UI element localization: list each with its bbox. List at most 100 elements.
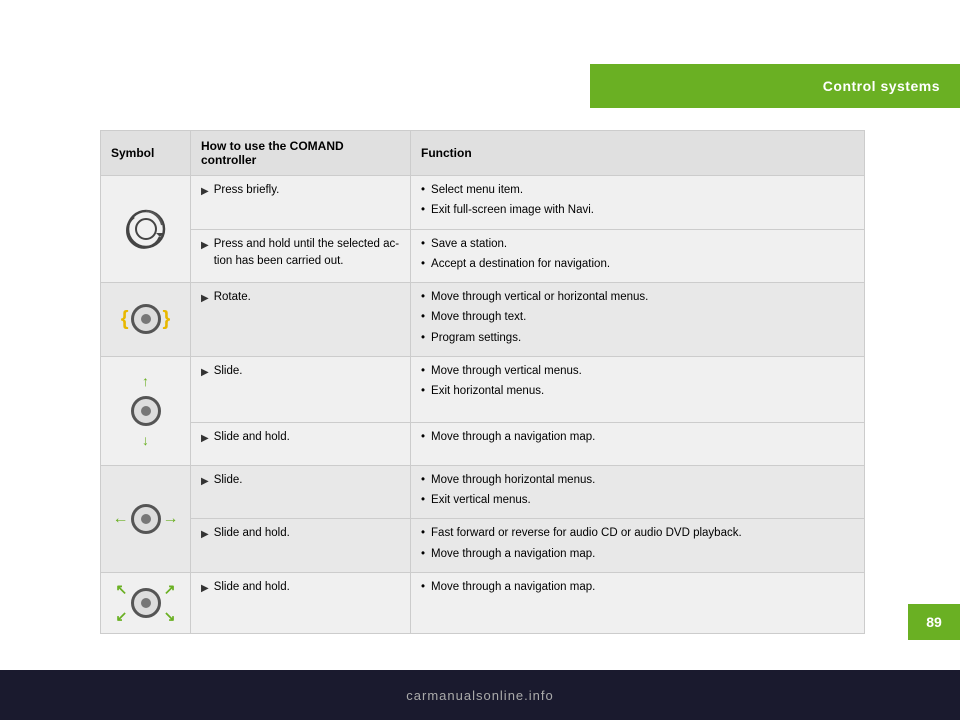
watermark-text: carmanualsonline.info xyxy=(406,688,553,703)
bullet-icon: • xyxy=(421,383,425,400)
symbol-slide-h: ← → xyxy=(111,496,180,542)
how-text: Slide. xyxy=(214,363,243,380)
down-arrow-icon: ↓ xyxy=(142,430,149,451)
arrow-icon: ▶ xyxy=(201,291,209,306)
arrow-icon: ▶ xyxy=(201,474,209,489)
how-cell-sv1: ▶ Slide. xyxy=(191,356,411,422)
bullet-icon: • xyxy=(421,182,425,199)
symbol-press xyxy=(111,199,180,259)
knob-icon xyxy=(131,504,161,534)
header-title: Control systems xyxy=(823,78,940,94)
bullet-icon: • xyxy=(421,429,425,446)
func-cell-press1: • Select menu item. • Exit full-screen i… xyxy=(411,176,865,230)
table-row: ▶ Press and hold until the selected ac­t… xyxy=(101,229,865,283)
header-banner: Control systems xyxy=(590,64,960,108)
how-text: Press and hold until the selected ac­tio… xyxy=(214,236,400,271)
knob-icon xyxy=(131,588,161,618)
ne-arrow-icon: ↗ xyxy=(164,579,176,600)
func-text: Exit vertical menus. xyxy=(431,492,531,509)
func-text: Select menu item. xyxy=(431,182,523,199)
col-symbol: Symbol xyxy=(101,131,191,176)
table-row: { } ▶ Rotate. • Mov xyxy=(101,283,865,357)
watermark: carmanualsonline.info xyxy=(0,670,960,720)
how-cell-sv2: ▶ Slide and hold. xyxy=(191,423,411,466)
func-cell-press2: • Save a station. • Accept a destination… xyxy=(411,229,865,283)
bullet-icon: • xyxy=(421,546,425,563)
col-function: Function xyxy=(411,131,865,176)
arrow-icon: ▶ xyxy=(201,581,209,596)
table-row: ↖ ↗ ↙ ↘ ▶ Slide and hold. xyxy=(101,572,865,633)
control-systems-table: Symbol How to use the COMAND controller … xyxy=(100,130,865,634)
symbol-slide-v: ↑ ↓ xyxy=(111,363,180,459)
func-text: Move through text. xyxy=(431,309,526,326)
func-text: Save a station. xyxy=(431,236,507,253)
symbol-cell-press xyxy=(101,176,191,283)
func-text: Exit horizontal menus. xyxy=(431,383,544,400)
left-arrow-icon: ← xyxy=(113,507,129,531)
func-text: Move through horizontal menus. xyxy=(431,472,595,489)
knob-icon xyxy=(131,396,161,426)
func-text: Accept a destination for navigation. xyxy=(431,256,610,273)
bullet-icon: • xyxy=(421,256,425,273)
how-cell-sh1: ▶ Slide. xyxy=(191,465,411,519)
table-row: ▶ Slide and hold. • Move through a navig… xyxy=(101,423,865,466)
knob-inner-icon xyxy=(141,514,151,524)
symbol-cell-slide-d: ↖ ↗ ↙ ↘ xyxy=(101,572,191,633)
arrow-icon: ▶ xyxy=(201,431,209,446)
table-row: ▶ Slide and hold. • Fast forward or reve… xyxy=(101,519,865,573)
symbol-cell-slide-h: ← → xyxy=(101,465,191,572)
func-cell-rotate: • Move through vertical or horizontal me… xyxy=(411,283,865,357)
sw-arrow-icon: ↙ xyxy=(116,606,128,627)
func-cell-sv2: • Move through a navigation map. xyxy=(411,423,865,466)
how-text: Slide and hold. xyxy=(214,525,290,542)
bullet-icon: • xyxy=(421,289,425,306)
symbol-slide-d: ↖ ↗ ↙ ↘ xyxy=(116,579,176,627)
bullet-icon: • xyxy=(421,579,425,596)
table-row: ↑ ↓ ▶ Slide. • Move xyxy=(101,356,865,422)
how-text: Slide and hold. xyxy=(214,579,290,596)
func-text: Move through a navigation map. xyxy=(431,546,595,563)
bracket-right-icon: } xyxy=(163,304,171,334)
page-number-text: 89 xyxy=(926,614,942,630)
how-cell-diag: ▶ Slide and hold. xyxy=(191,572,411,633)
page-number: 89 xyxy=(908,604,960,640)
col-how: How to use the COMAND controller xyxy=(191,131,411,176)
func-text: Move through vertical or horizontal menu… xyxy=(431,289,648,306)
func-cell-sh1: • Move through horizontal menus. • Exit … xyxy=(411,465,865,519)
how-cell-sh2: ▶ Slide and hold. xyxy=(191,519,411,573)
func-text: Move through a navigation map. xyxy=(431,429,595,446)
func-text: Move through a navigation map. xyxy=(431,579,595,596)
func-cell-diag: • Move through a navigation map. xyxy=(411,572,865,633)
nw-arrow-icon: ↖ xyxy=(116,579,128,600)
arrow-icon: ▶ xyxy=(201,365,209,380)
func-text: Fast forward or reverse for audio CD or … xyxy=(431,525,742,542)
func-text: Move through vertical menus. xyxy=(431,363,582,380)
bullet-icon: • xyxy=(421,525,425,542)
how-text: Slide. xyxy=(214,472,243,489)
se-arrow-icon: ↘ xyxy=(164,606,176,627)
table-row: ← → ▶ Slide. • Move xyxy=(101,465,865,519)
press-icon xyxy=(124,207,168,251)
bullet-icon: • xyxy=(421,309,425,326)
how-text: Slide and hold. xyxy=(214,429,290,446)
knob-inner-icon xyxy=(141,314,151,324)
arrow-icon: ▶ xyxy=(201,184,209,199)
bullet-icon: • xyxy=(421,363,425,380)
symbol-cell-slide-v: ↑ ↓ xyxy=(101,356,191,465)
func-cell-sh2: • Fast forward or reverse for audio CD o… xyxy=(411,519,865,573)
table-row: ▶ Press briefly. • Select menu item. • E… xyxy=(101,176,865,230)
bullet-icon: • xyxy=(421,236,425,253)
func-cell-sv1: • Move through vertical menus. • Exit ho… xyxy=(411,356,865,422)
func-text: Exit full-screen image with Navi. xyxy=(431,202,594,219)
how-cell-press2: ▶ Press and hold until the selected ac­t… xyxy=(191,229,411,283)
knob-inner-icon xyxy=(141,598,151,608)
how-text: Rotate. xyxy=(214,289,251,306)
knob-inner-icon xyxy=(141,406,151,416)
how-text: Press briefly. xyxy=(214,182,280,199)
right-arrow-icon: → xyxy=(163,507,179,531)
how-cell-press1: ▶ Press briefly. xyxy=(191,176,411,230)
symbol-rotate: { } xyxy=(111,296,180,342)
arrow-icon: ▶ xyxy=(201,527,209,542)
knob-icon xyxy=(131,304,161,334)
bullet-icon: • xyxy=(421,330,425,347)
